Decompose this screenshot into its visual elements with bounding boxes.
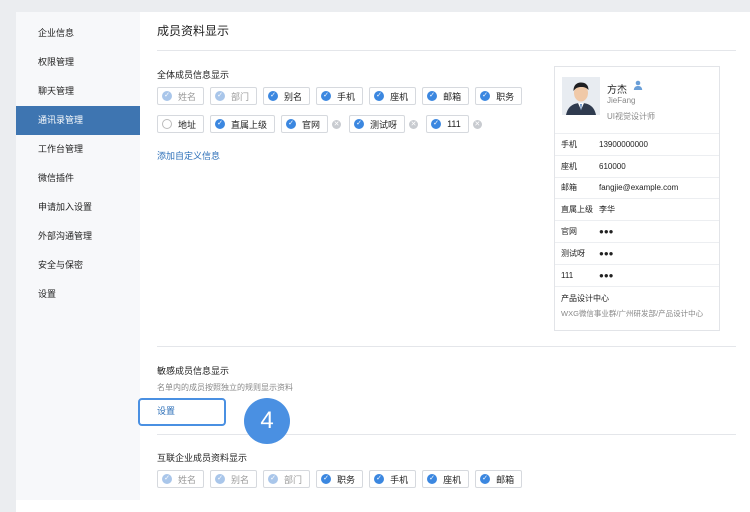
divider <box>157 434 736 435</box>
field-chip-mobile[interactable]: ✓ 手机 <box>316 87 364 105</box>
field-chip-mobile[interactable]: ✓ 手机 <box>369 470 417 488</box>
field-chip-test[interactable]: ✓ 测试呀 <box>349 115 406 133</box>
field-chip-website[interactable]: ✓ 官网 <box>281 115 329 133</box>
unchecked-circle-icon <box>162 119 172 129</box>
check-icon: ✓ <box>268 91 279 101</box>
check-icon: ✓ <box>215 119 226 129</box>
divider <box>157 346 736 347</box>
check-icon: ✓ <box>162 91 172 101</box>
check-icon: ✓ <box>215 474 226 484</box>
card-row: 邮箱 fangjie@example.com <box>555 178 719 200</box>
remove-111-icon[interactable]: ✕ <box>472 119 482 129</box>
field-chip-address[interactable]: 地址 <box>157 115 205 133</box>
remove-website-icon[interactable]: ✕ <box>332 119 342 129</box>
check-icon: ✓ <box>268 474 279 484</box>
field-chip-name: ✓ 姓名 <box>157 87 205 105</box>
sidebar: 企业信息 权限管理 聊天管理 通讯录管理 工作台管理 微信插件 申请加入设置 外… <box>16 12 140 500</box>
field-chip-title[interactable]: ✓ 职务 <box>475 87 523 105</box>
field-chip-email[interactable]: ✓ 邮箱 <box>422 87 470 105</box>
field-chip-department: ✓ 部门 <box>263 470 311 488</box>
field-chip-email[interactable]: ✓ 邮箱 <box>475 470 523 488</box>
check-icon: ✓ <box>286 119 297 129</box>
field-chip-department: ✓ 部门 <box>210 87 258 105</box>
field-chip-alias: ✓ 别名 <box>210 470 258 488</box>
interconnect-field-row: ✓ 姓名 ✓ 别名 ✓ 部门 ✓ 职务 ✓ 手机 ✓ 座机 ✓ 邮箱 <box>157 470 523 488</box>
check-icon: ✓ <box>427 474 438 484</box>
check-icon: ✓ <box>427 91 438 101</box>
check-icon: ✓ <box>480 91 491 101</box>
check-icon: ✓ <box>374 91 385 101</box>
card-header: 方杰 JieFang UI视觉设计师 <box>555 67 719 134</box>
sidebar-item-workbench[interactable]: 工作台管理 <box>16 135 140 164</box>
member-preview-card: 方杰 JieFang UI视觉设计师 手机 13900000000 座机 61000… <box>554 66 720 331</box>
check-icon: ✓ <box>321 474 332 484</box>
field-chip-title[interactable]: ✓ 职务 <box>316 470 364 488</box>
card-row: 直属上级 李华 <box>555 199 719 222</box>
card-row: 111 ●●● <box>555 265 719 287</box>
sidebar-item-settings[interactable]: 设置 <box>16 280 140 309</box>
check-icon: ✓ <box>162 474 172 484</box>
card-row: 官网 ●●● <box>555 221 719 243</box>
field-chip-alias[interactable]: ✓ 别名 <box>263 87 311 105</box>
check-icon: ✓ <box>431 119 442 129</box>
check-icon: ✓ <box>354 119 365 129</box>
highlight-box <box>138 398 226 426</box>
check-icon: ✓ <box>215 91 226 101</box>
step-number-badge: 4 <box>244 398 290 444</box>
app-frame: 企业信息 权限管理 聊天管理 通讯录管理 工作台管理 微信插件 申请加入设置 外… <box>16 12 750 512</box>
card-footer: 产品设计中心 WXG微信事业群/广州研发部/产品设计中心 <box>555 287 719 325</box>
section-title-all-members: 全体成员信息显示 <box>157 70 230 80</box>
person-icon <box>633 80 643 90</box>
card-row: 手机 13900000000 <box>555 134 719 156</box>
card-department: 产品设计中心 <box>561 293 609 303</box>
section-description-sensitive: 名单内的成员按照独立的规则显示资料 <box>157 383 293 392</box>
card-role: UI视觉设计师 <box>607 112 655 121</box>
remove-test-icon[interactable]: ✕ <box>409 119 419 129</box>
add-custom-field-link[interactable]: 添加自定义信息 <box>157 149 220 162</box>
card-department-path: WXG微信事业群/广州研发部/产品设计中心 <box>561 308 704 318</box>
check-icon: ✓ <box>374 474 385 484</box>
card-name: 方杰 <box>607 85 627 96</box>
sidebar-item-chat[interactable]: 聊天管理 <box>16 77 140 106</box>
sidebar-item-contacts[interactable]: 通讯录管理 <box>16 106 140 135</box>
check-icon: ✓ <box>480 474 491 484</box>
field-chip-supervisor[interactable]: ✓ 直属上级 <box>210 115 276 133</box>
divider <box>157 50 736 51</box>
field-row-2: 地址 ✓ 直属上级 ✓ 官网 ✕ ✓ 测试呀 ✕ ✓ 111 ✕ <box>157 115 484 133</box>
sidebar-item-external[interactable]: 外部沟通管理 <box>16 222 140 251</box>
section-title-sensitive: 敏感成员信息显示 <box>157 366 230 376</box>
sidebar-item-join-settings[interactable]: 申请加入设置 <box>16 193 140 222</box>
check-icon: ✓ <box>321 91 332 101</box>
field-chip-name: ✓ 姓名 <box>157 470 205 488</box>
field-chip-landline[interactable]: ✓ 座机 <box>422 470 470 488</box>
section-title-interconnect: 互联企业成员资料显示 <box>157 453 248 463</box>
page-title: 成员资料显示 <box>157 24 230 38</box>
field-chip-landline[interactable]: ✓ 座机 <box>369 87 417 105</box>
avatar <box>562 77 600 115</box>
main-content: 成员资料显示 全体成员信息显示 ✓ 姓名 ✓ 部门 ✓ 别名 ✓ 手机 ✓ 座机 ✓ 邮箱 … <box>140 12 750 512</box>
card-english-name: JieFang <box>607 96 636 105</box>
card-row: 测试呀 ●●● <box>555 243 719 265</box>
sidebar-item-company-info[interactable]: 企业信息 <box>16 19 140 48</box>
sidebar-item-permissions[interactable]: 权限管理 <box>16 48 140 77</box>
field-row-1: ✓ 姓名 ✓ 部门 ✓ 别名 ✓ 手机 ✓ 座机 ✓ 邮箱 ✓ 职务 <box>157 87 523 105</box>
sidebar-item-security[interactable]: 安全与保密 <box>16 251 140 280</box>
sidebar-item-wechat-plugin[interactable]: 微信插件 <box>16 164 140 193</box>
card-row: 座机 610000 <box>555 156 719 178</box>
field-chip-111[interactable]: ✓ 111 <box>426 115 469 133</box>
